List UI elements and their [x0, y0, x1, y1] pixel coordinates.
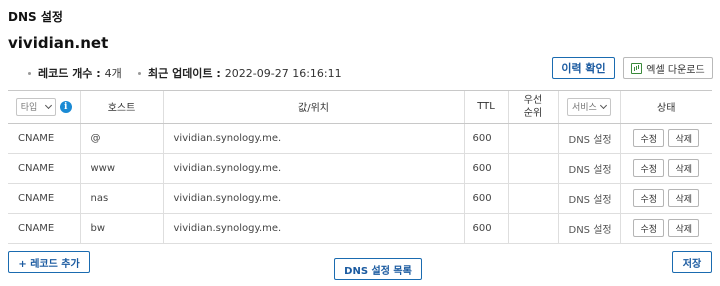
edit-button[interactable]: 수정: [633, 159, 665, 177]
delete-button[interactable]: 삭제: [668, 219, 700, 237]
record-service: DNS 설정: [558, 213, 621, 244]
table-header-row: 타입 i 호스트 값/위치 TTL 우선 순위 서비스 상태: [8, 91, 712, 124]
record-value: vividian.synology.me.: [163, 183, 465, 214]
bullet-icon: [138, 71, 141, 75]
domain-name: vividian.net: [8, 34, 109, 52]
priority-header-line2: 순위: [523, 107, 543, 119]
add-record-button[interactable]: + 레코드 추가: [8, 251, 90, 273]
bullet-icon: [28, 71, 31, 75]
edit-button[interactable]: 수정: [633, 219, 665, 237]
record-value: vividian.synology.me.: [163, 213, 465, 244]
edit-button[interactable]: 수정: [633, 129, 665, 147]
last-updated: 최근 업데이트 : 2022-09-27 16:16:11: [138, 65, 342, 81]
status-column-header: 상태: [620, 91, 712, 124]
record-service: DNS 설정: [558, 123, 621, 154]
table-row: CNAME www vividian.synology.me. 600 DNS …: [8, 153, 712, 184]
record-value: vividian.synology.me.: [163, 153, 465, 184]
table-row: CNAME bw vividian.synology.me. 600 DNS 설…: [8, 213, 712, 244]
record-priority: [508, 153, 559, 184]
chevron-down-icon: [44, 101, 52, 109]
record-count-value: 4개: [104, 67, 122, 80]
page-title: DNS 설정: [8, 10, 63, 24]
chevron-down-icon: [599, 101, 608, 109]
record-type: CNAME: [8, 183, 81, 214]
save-button[interactable]: 저장: [672, 251, 712, 273]
table-row: CNAME nas vividian.synology.me. 600 DNS …: [8, 183, 712, 214]
record-priority: [508, 183, 559, 214]
record-host: bw: [80, 213, 164, 244]
record-actions: 수정 삭제: [620, 153, 712, 184]
host-column-header: 호스트: [80, 91, 164, 124]
dns-list-button[interactable]: DNS 설정 목록: [334, 258, 422, 280]
record-host: nas: [80, 183, 164, 214]
delete-button[interactable]: 삭제: [668, 159, 700, 177]
record-type: CNAME: [8, 213, 81, 244]
record-host: @: [80, 123, 164, 154]
record-type: CNAME: [8, 153, 81, 184]
record-host: www: [80, 153, 164, 184]
excel-download-label: 엑셀 다운로드: [646, 64, 705, 76]
record-ttl: 600: [464, 153, 509, 184]
last-updated-label: 최근 업데이트 :: [148, 67, 221, 80]
record-ttl: 600: [464, 123, 509, 154]
record-count: 레코드 개수 : 4개: [28, 65, 122, 81]
record-ttl: 600: [464, 213, 509, 244]
record-actions: 수정 삭제: [620, 123, 712, 154]
service-column-header: 서비스: [558, 91, 621, 124]
delete-button[interactable]: 삭제: [668, 129, 700, 147]
dns-records-table: 타입 i 호스트 값/위치 TTL 우선 순위 서비스 상태 CNAME @ v…: [8, 90, 712, 244]
service-filter-label: 서비스: [572, 103, 597, 114]
info-icon[interactable]: i: [59, 100, 72, 113]
excel-download-button[interactable]: 엑셀 다운로드: [623, 57, 713, 79]
service-filter-select[interactable]: 서비스: [567, 97, 611, 116]
edit-button[interactable]: 수정: [633, 189, 665, 207]
priority-column-header: 우선 순위: [508, 91, 559, 124]
ttl-column-header: TTL: [464, 91, 509, 124]
history-button[interactable]: 이력 확인: [552, 57, 615, 79]
last-updated-value: 2022-09-27 16:16:11: [224, 66, 342, 80]
table-row: CNAME @ vividian.synology.me. 600 DNS 설정…: [8, 123, 712, 154]
record-priority: [508, 123, 559, 154]
delete-button[interactable]: 삭제: [668, 189, 700, 207]
record-count-label: 레코드 개수 :: [38, 67, 101, 80]
record-ttl: 600: [464, 183, 509, 214]
record-actions: 수정 삭제: [620, 213, 712, 244]
record-value: vividian.synology.me.: [163, 123, 465, 154]
record-service: DNS 설정: [558, 183, 621, 214]
spreadsheet-icon: [631, 62, 643, 74]
type-filter-label: 타입: [20, 103, 38, 114]
record-service: DNS 설정: [558, 153, 621, 184]
priority-header-line1: 우선: [523, 94, 543, 106]
type-column-header: 타입 i: [8, 91, 81, 124]
record-type: CNAME: [8, 123, 81, 154]
value-column-header: 값/위치: [163, 91, 465, 124]
type-filter-select[interactable]: 타입: [15, 97, 56, 116]
record-priority: [508, 213, 559, 244]
record-actions: 수정 삭제: [620, 183, 712, 214]
